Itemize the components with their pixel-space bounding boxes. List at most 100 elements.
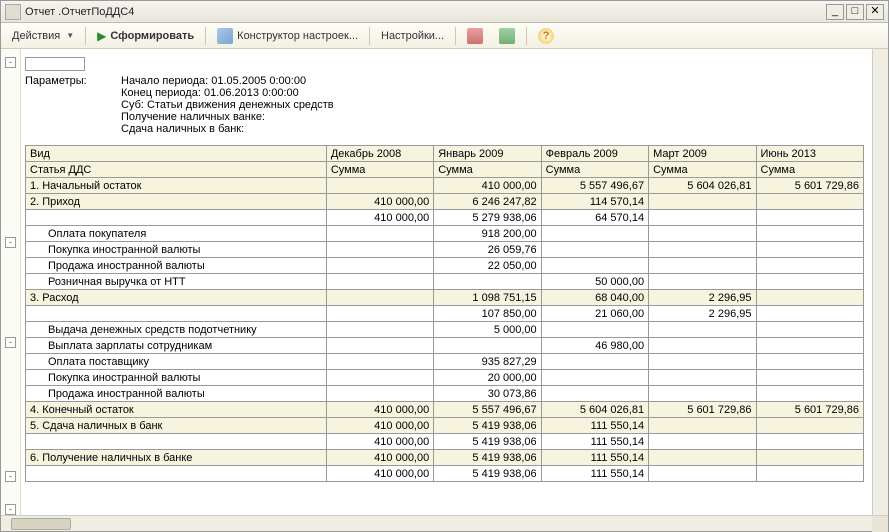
table-row[interactable]: Выплата зарплаты сотрудникам46 980,00	[26, 338, 864, 354]
row-label: 5. Сдача наличных в банк	[26, 418, 327, 434]
table-row[interactable]: 4. Конечный остаток410 000,005 557 496,6…	[26, 402, 864, 418]
toggle-top[interactable]: -	[5, 57, 16, 68]
table-row[interactable]: Розничная выручка от НТТ50 000,00	[26, 274, 864, 290]
table-row[interactable]: Выдача денежных средств подотчетнику5 00…	[26, 322, 864, 338]
row-label: Покупка иностранной валюты	[26, 242, 327, 258]
param-key: Получение наличных ванке:	[121, 111, 265, 123]
cell-value	[649, 274, 756, 290]
table-row[interactable]: Покупка иностранной валюты 20 000,00	[26, 370, 864, 386]
cell-value: 5 601 729,86	[649, 402, 756, 418]
cell-value	[649, 450, 756, 466]
table-row[interactable]: 6. Получение наличных в банке410 000,005…	[26, 450, 864, 466]
table-row[interactable]: 2. Приход410 000,006 246 247,82114 570,1…	[26, 194, 864, 210]
cell-value: 2 296,95	[649, 306, 756, 322]
table-row[interactable]: Продажа иностранной валюты30 073,86	[26, 386, 864, 402]
cell-value: 6 246 247,82	[434, 194, 541, 210]
cell-value: 22 050,00	[434, 258, 541, 274]
param-value: 01.05.2005 0:00:00	[211, 75, 306, 87]
maximize-button[interactable]: □	[846, 4, 864, 20]
separator	[455, 27, 456, 45]
cell-value	[326, 258, 433, 274]
table-row[interactable]: Оплата поставщику935 827,29	[26, 354, 864, 370]
generate-button[interactable]: ▶ Сформировать	[90, 26, 201, 46]
cell-value	[756, 242, 864, 258]
header-row-2: Статья ДДС Сумма Сумма Сумма Сумма Сумма	[26, 162, 864, 178]
constructor-button[interactable]: Конструктор настроек...	[210, 25, 365, 47]
cell-value	[756, 450, 864, 466]
cell-value	[649, 434, 756, 450]
cell-value	[756, 386, 864, 402]
cell-value: 918 200,00	[434, 226, 541, 242]
help-button[interactable]: ?	[531, 25, 561, 47]
row-label: Выдача денежных средств подотчетнику	[26, 322, 327, 338]
cell-value	[541, 370, 648, 386]
row-label: Покупка иностранной валюты	[26, 370, 327, 386]
col-period: Март 2009	[649, 146, 756, 162]
cell-value	[649, 258, 756, 274]
toggle-s3[interactable]: -	[5, 337, 16, 348]
cell-value	[756, 370, 864, 386]
cell-value: 111 550,14	[541, 434, 648, 450]
cell-value: 46 980,00	[541, 338, 648, 354]
cell-value	[649, 210, 756, 226]
minimize-button[interactable]: _	[826, 4, 844, 20]
cell-value: 20 000,00	[434, 370, 541, 386]
table-row[interactable]: 1. Начальный остаток410 000,005 557 496,…	[26, 178, 864, 194]
table-row[interactable]: Продажа иностранной валюты22 050,00	[26, 258, 864, 274]
cell-value: 5 601 729,86	[756, 402, 864, 418]
separator	[85, 27, 86, 45]
cell-value: 5 419 938,06	[434, 418, 541, 434]
cell-value	[756, 466, 864, 482]
params-block: Параметры: Начало периода: 01.05.2005 0:…	[25, 75, 864, 135]
cell-value	[756, 306, 864, 322]
settings-label: Настройки...	[381, 30, 444, 42]
cell-value: 107 850,00	[434, 306, 541, 322]
cell-value: 410 000,00	[326, 450, 433, 466]
window-buttons: _ □ ✕	[826, 4, 884, 20]
table-row[interactable]: 410 000,005 279 938,0664 570,14	[26, 210, 864, 226]
cell-value	[434, 274, 541, 290]
wrench-icon	[217, 28, 233, 44]
param-key: Конец периода:	[121, 87, 201, 99]
row-label: 3. Расход	[26, 290, 327, 306]
cell-value: 410 000,00	[326, 434, 433, 450]
table-row[interactable]: 3. Расход1 098 751,1568 040,002 296,95	[26, 290, 864, 306]
col-sum: Сумма	[649, 162, 756, 178]
horizontal-scrollbar[interactable]	[1, 515, 888, 531]
cell-value	[649, 226, 756, 242]
close-button[interactable]: ✕	[866, 4, 884, 20]
toggle-s6[interactable]: -	[5, 504, 16, 515]
tool2-button[interactable]	[492, 25, 522, 47]
table-row[interactable]: 5. Сдача наличных в банк410 000,005 419 …	[26, 418, 864, 434]
table-row[interactable]: 107 850,0021 060,002 296,95	[26, 306, 864, 322]
actions-menu[interactable]: Действия ▼	[5, 27, 81, 45]
cell-value	[326, 322, 433, 338]
separator	[369, 27, 370, 45]
table-row[interactable]: Оплата покупателя918 200,00	[26, 226, 864, 242]
toolbar: Действия ▼ ▶ Сформировать Конструктор на…	[1, 23, 888, 49]
scroll-thumb[interactable]	[11, 518, 71, 530]
cell-value: 50 000,00	[541, 274, 648, 290]
param-box[interactable]	[25, 57, 85, 71]
cell-value	[326, 370, 433, 386]
cell-value	[326, 242, 433, 258]
table-row[interactable]: Покупка иностранной валюты26 059,76	[26, 242, 864, 258]
cell-value	[434, 338, 541, 354]
toggle-s5[interactable]: -	[5, 471, 16, 482]
cell-value: 2 296,95	[649, 290, 756, 306]
titlebar: Отчет .ОтчетПоДДС4 _ □ ✕	[1, 1, 888, 23]
row-label: Оплата поставщику	[26, 354, 327, 370]
filter-icon	[499, 28, 515, 44]
table-row[interactable]: 410 000,005 419 938,06111 550,14	[26, 434, 864, 450]
row-label: 6. Получение наличных в банке	[26, 450, 327, 466]
report-body: Параметры: Начало периода: 01.05.2005 0:…	[21, 49, 872, 515]
cell-value	[649, 418, 756, 434]
toggle-s2[interactable]: -	[5, 237, 16, 248]
settings-button[interactable]: Настройки...	[374, 27, 451, 45]
vertical-scrollbar[interactable]	[872, 49, 888, 515]
cell-value: 64 570,14	[541, 210, 648, 226]
table-row[interactable]: 410 000,005 419 938,06111 550,14	[26, 466, 864, 482]
tool1-button[interactable]	[460, 25, 490, 47]
cell-value	[756, 194, 864, 210]
cell-value: 111 550,14	[541, 466, 648, 482]
